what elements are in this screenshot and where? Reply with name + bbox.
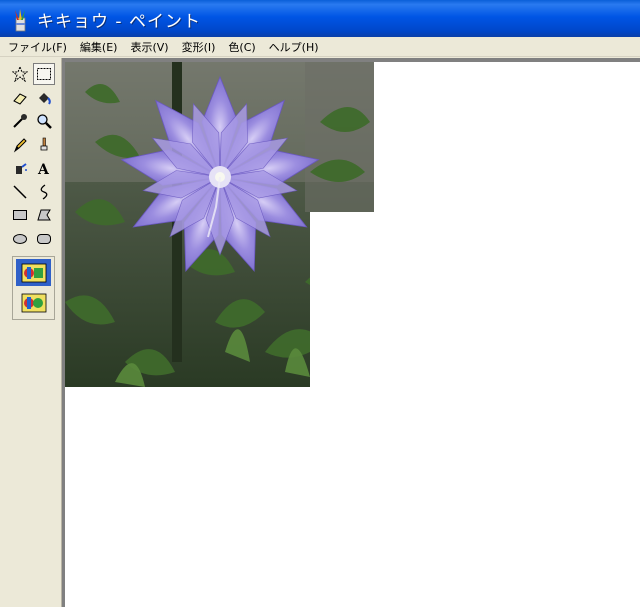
tool-options (12, 256, 55, 320)
color-picker-icon[interactable] (9, 110, 31, 132)
drawing-canvas[interactable] (65, 62, 640, 607)
fill-bucket-icon[interactable] (33, 87, 55, 109)
ellipse-icon[interactable] (9, 228, 31, 250)
menu-colors[interactable]: 色(C) (228, 39, 255, 55)
transparent-selection-icon[interactable] (16, 289, 51, 316)
polygon-icon[interactable] (33, 204, 55, 226)
paint-icon[interactable] (9, 7, 31, 33)
title-bar: キキョウ - ペイント (0, 0, 640, 37)
menu-bar: ファイル(F) 編集(E) 表示(V) 変形(I) 色(C) ヘルプ(H) (0, 37, 640, 57)
menu-image[interactable]: 変形(I) (182, 39, 216, 55)
window-title: キキョウ - ペイント (37, 12, 201, 32)
menu-edit[interactable]: 編集(E) (80, 39, 118, 55)
menu-file[interactable]: ファイル(F) (8, 39, 67, 55)
brush-icon[interactable] (33, 134, 55, 156)
balloon-flower-photo (65, 62, 374, 387)
menu-view[interactable]: 表示(V) (130, 39, 168, 55)
free-form-select-icon[interactable] (9, 63, 31, 85)
svg-text:A: A (37, 162, 50, 176)
text-icon[interactable]: A (33, 157, 55, 179)
curve-icon[interactable] (33, 181, 55, 203)
line-icon[interactable] (9, 181, 31, 203)
rectangle-icon[interactable] (9, 204, 31, 226)
rounded-rectangle-icon[interactable] (33, 228, 55, 250)
menu-help[interactable]: ヘルプ(H) (269, 39, 319, 55)
canvas-area (62, 58, 640, 607)
opaque-selection-icon[interactable] (16, 259, 51, 286)
eraser-icon[interactable] (9, 87, 31, 109)
tool-box: A (0, 58, 62, 607)
magnifier-icon[interactable] (33, 110, 55, 132)
pencil-icon[interactable] (9, 134, 31, 156)
tool-grid: A (9, 63, 57, 251)
airbrush-icon[interactable] (9, 157, 31, 179)
rectangle-select-icon[interactable] (33, 63, 55, 85)
